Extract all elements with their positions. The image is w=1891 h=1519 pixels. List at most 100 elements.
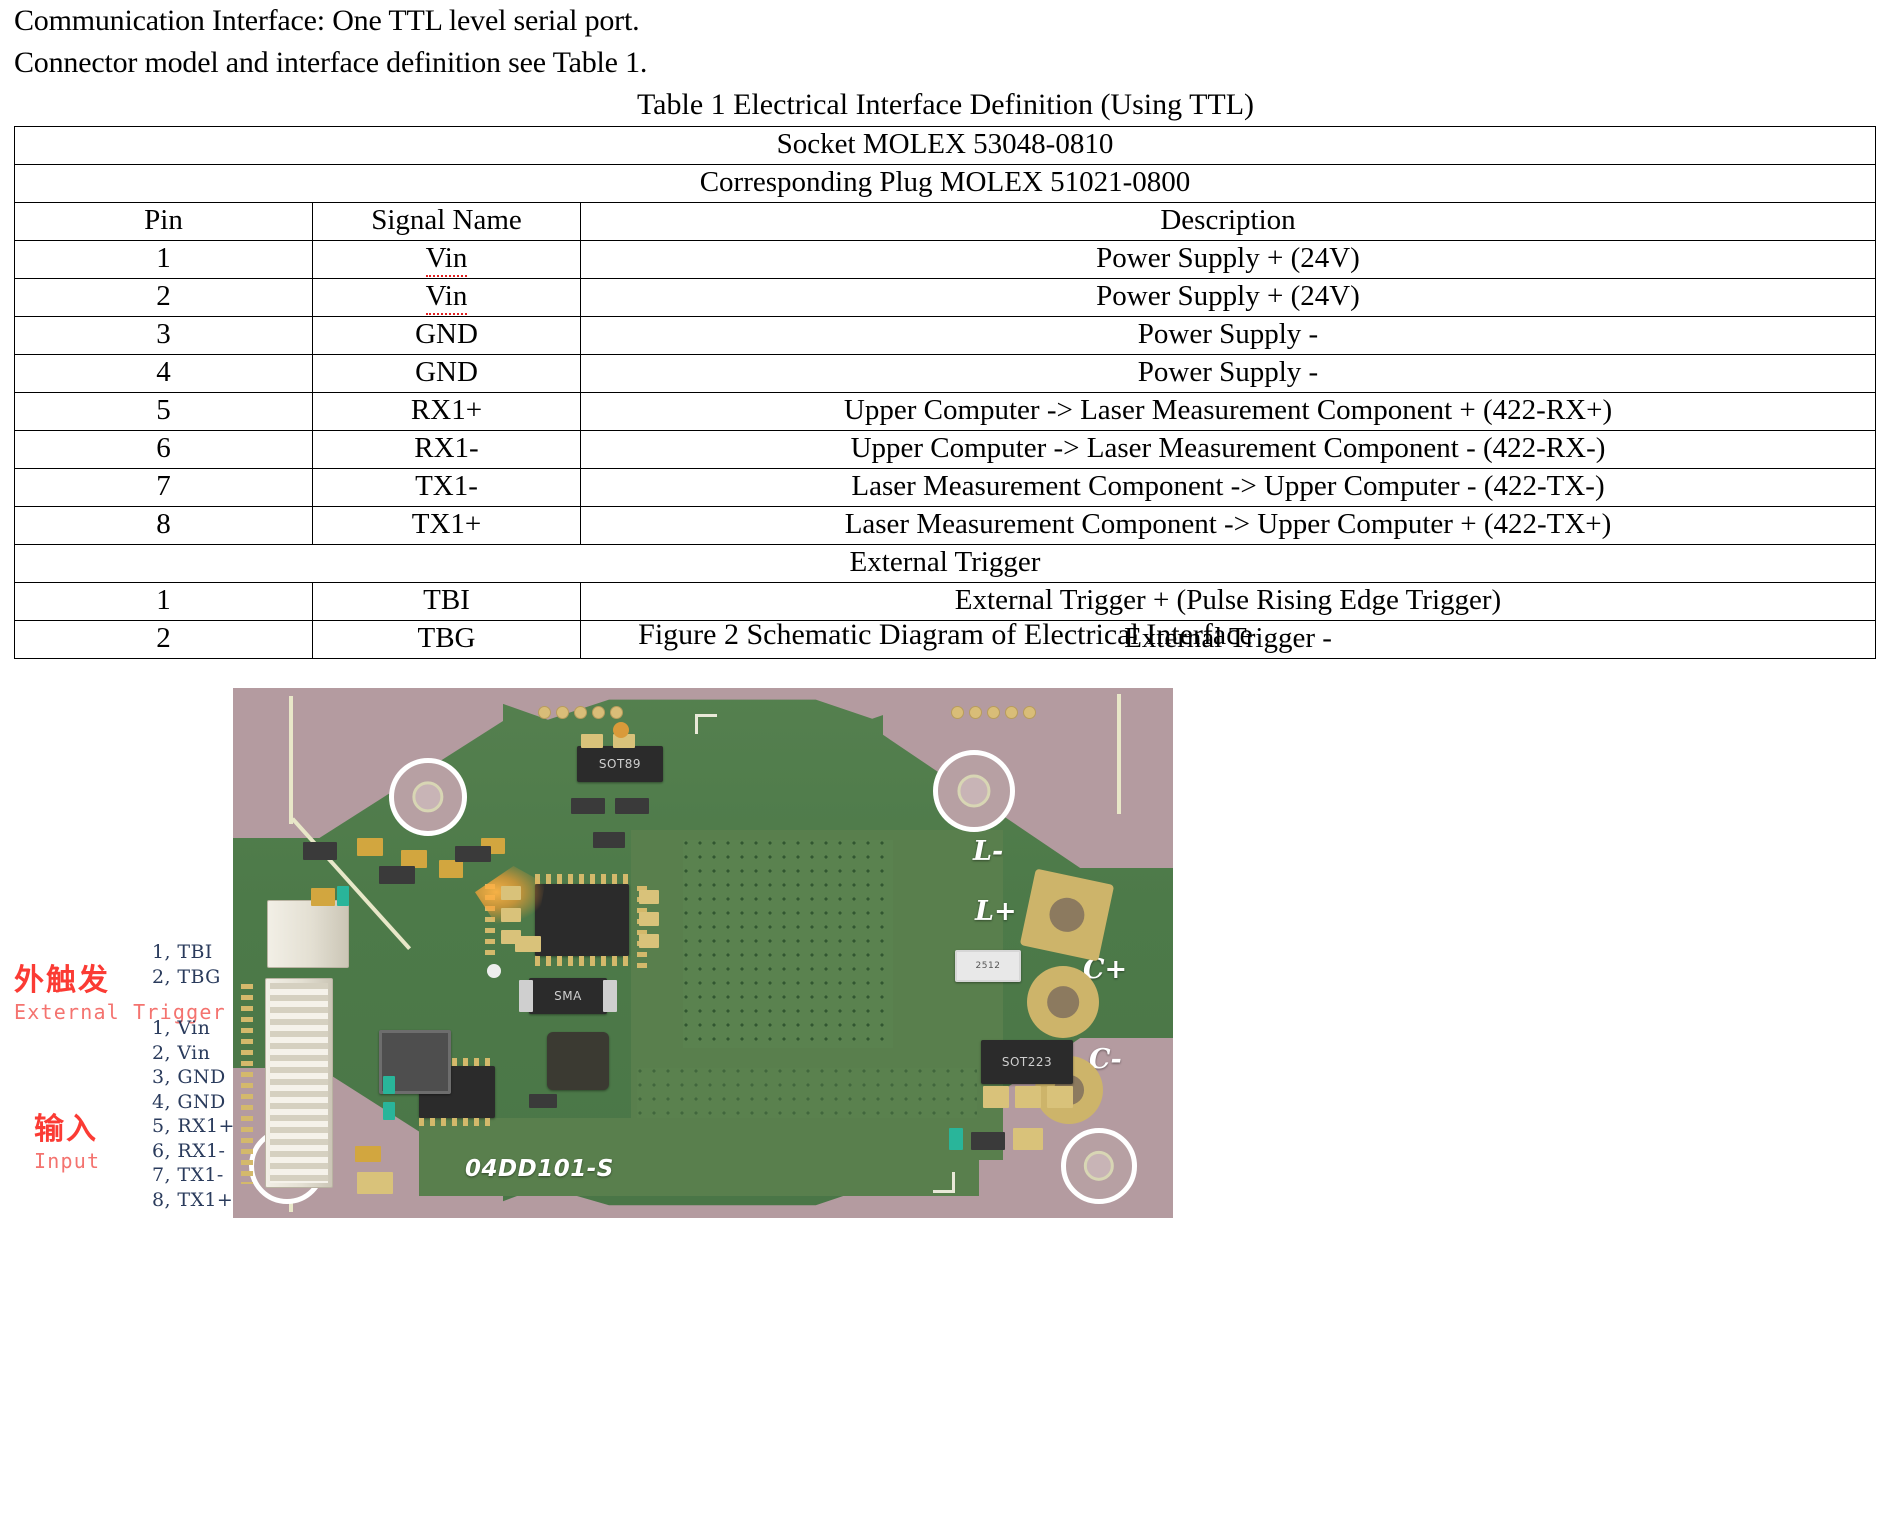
- smd-resistor: [593, 832, 625, 848]
- pad-c-plus: [1027, 966, 1099, 1038]
- smd-pad-gold: [639, 912, 659, 926]
- silk-label-l-plus: L+: [975, 896, 1017, 927]
- smd-pad-gold: [501, 908, 521, 922]
- silk-corner-bracket: [695, 714, 698, 734]
- connector-teeth: [270, 983, 328, 1183]
- cell-pin: 2: [14, 278, 313, 317]
- smd-resistor: [303, 842, 337, 860]
- cell-signal: GND: [312, 316, 581, 355]
- electrical-interface-table: Socket MOLEX 53048-0810 Corresponding Pl…: [14, 126, 1876, 659]
- annotation-label-cn: 输入: [34, 1112, 98, 1147]
- signal-value: Vin: [425, 242, 468, 277]
- smd-pad-white: [487, 964, 501, 978]
- smd-capacitor: [355, 1146, 381, 1162]
- table-row: 7 TX1- Laser Measurement Component -> Up…: [14, 468, 1876, 507]
- cell-pin: 4: [14, 354, 313, 393]
- cell-pin: 8: [14, 506, 313, 545]
- pad-bore: [1046, 894, 1088, 936]
- mounting-hole-bore: [1083, 1150, 1115, 1182]
- cell-pin: 6: [14, 430, 313, 469]
- smd-capacitor: [357, 838, 383, 856]
- pin-list-external-trigger: 1, TBI 2, TBG: [152, 941, 221, 988]
- intro-line-2: Connector model and interface definition…: [14, 46, 648, 79]
- table-row: 6 RX1- Upper Computer -> Laser Measureme…: [14, 430, 1876, 469]
- cell-pin: 1: [14, 582, 313, 621]
- component-sma: SMA: [529, 978, 607, 1014]
- smd-pad-teal: [383, 1076, 395, 1094]
- sot89-pad: [581, 734, 603, 748]
- mounting-hole-top-right: [933, 750, 1015, 832]
- smd-resistor: [571, 798, 605, 814]
- cell-pin: 1: [14, 240, 313, 279]
- smd-resistor: [971, 1132, 1005, 1150]
- silk-corner-bracket: [695, 714, 717, 717]
- plug-cell: Corresponding Plug MOLEX 51021-0800: [14, 164, 1876, 203]
- smd-resistor: [615, 798, 649, 814]
- cell-signal: TX1+: [312, 506, 581, 545]
- component-sot89: SOT89: [577, 746, 663, 782]
- sma-pad: [519, 980, 533, 1012]
- smd-pad-gold: [515, 936, 541, 952]
- smd-pad-gold: [639, 890, 659, 904]
- edge-pad: [610, 706, 623, 719]
- smd-pad-gold: [1013, 1128, 1043, 1150]
- smd-capacitor: [311, 888, 335, 906]
- section-label: External Trigger: [14, 544, 1876, 583]
- component-sot223: SOT223: [981, 1040, 1073, 1084]
- smd-resistor: [455, 846, 491, 862]
- cell-signal: GND: [312, 354, 581, 393]
- edge-pad: [1005, 706, 1018, 719]
- edge-pad: [592, 706, 605, 719]
- via-field-upper: [683, 840, 893, 1048]
- cell-signal: RX1+: [312, 392, 581, 431]
- cell-description: Power Supply -: [580, 316, 1876, 355]
- table-section-row-external-trigger: External Trigger: [14, 544, 1876, 583]
- soic-pin-row-top: [535, 874, 629, 884]
- cell-signal: RX1-: [312, 430, 581, 469]
- silk-corner-bracket: [952, 1172, 955, 1193]
- cell-signal: Vin: [312, 278, 581, 317]
- table-row: 3 GND Power Supply -: [14, 316, 1876, 355]
- silk-board-code: 04DD101-S: [465, 1156, 614, 1182]
- cell-signal: Vin: [312, 240, 581, 279]
- cell-description: Upper Computer -> Laser Measurement Comp…: [580, 430, 1876, 469]
- intro-line-1: Communication Interface: One TTL level s…: [14, 4, 640, 37]
- edge-pad: [556, 706, 569, 719]
- annotation-label-en: Input: [34, 1149, 101, 1173]
- table-header-row: Pin Signal Name Description: [14, 202, 1876, 241]
- mounting-hole-bottom-right: [1061, 1128, 1137, 1204]
- smd-pad-teal: [337, 886, 349, 906]
- cell-description: Upper Computer -> Laser Measurement Comp…: [580, 392, 1876, 431]
- cell-signal: TBI: [312, 582, 581, 621]
- table-row: 1 TBI External Trigger + (Pulse Rising E…: [14, 582, 1876, 621]
- mounting-hole-bore: [412, 781, 444, 813]
- silk-edge-line: [1117, 694, 1121, 814]
- cell-pin: 7: [14, 468, 313, 507]
- header-pin: Pin: [14, 202, 313, 241]
- figure-caption: Figure 2 Schematic Diagram of Electrical…: [638, 618, 1253, 651]
- edge-pad: [538, 706, 551, 719]
- cell-description: External Trigger + (Pulse Rising Edge Tr…: [580, 582, 1876, 621]
- table-row: 8 TX1+ Laser Measurement Component -> Up…: [14, 506, 1876, 545]
- edge-pad: [574, 706, 587, 719]
- silk-edge-line: [289, 696, 293, 824]
- component-2512: 2512: [955, 950, 1021, 982]
- sot89-pad: [613, 722, 629, 738]
- annotation-input: 输入 Input: [34, 1104, 100, 1173]
- header-signal-name: Signal Name: [312, 202, 581, 241]
- table-caption: Table 1 Electrical Interface Definition …: [636, 88, 1255, 121]
- connector-external-trigger: [267, 900, 349, 968]
- cell-description: Power Supply + (24V): [580, 240, 1876, 279]
- smd-pad-gold: [639, 934, 659, 948]
- cell-pin: 5: [14, 392, 313, 431]
- edge-pad: [951, 706, 964, 719]
- socket-cell: Socket MOLEX 53048-0810: [14, 126, 1876, 165]
- sot223-tab-pad: [1047, 1086, 1073, 1108]
- header-description: Description: [580, 202, 1876, 241]
- edge-pad: [987, 706, 1000, 719]
- pin-list-input: 1, Vin 2, Vin 3, GND 4, GND 5, RX1+ 6, R…: [152, 1017, 235, 1211]
- table-row-socket: Socket MOLEX 53048-0810: [14, 126, 1876, 165]
- pad-l-plus: [1019, 868, 1115, 962]
- edge-pad: [969, 706, 982, 719]
- soic-pin-row-bottom: [535, 956, 629, 966]
